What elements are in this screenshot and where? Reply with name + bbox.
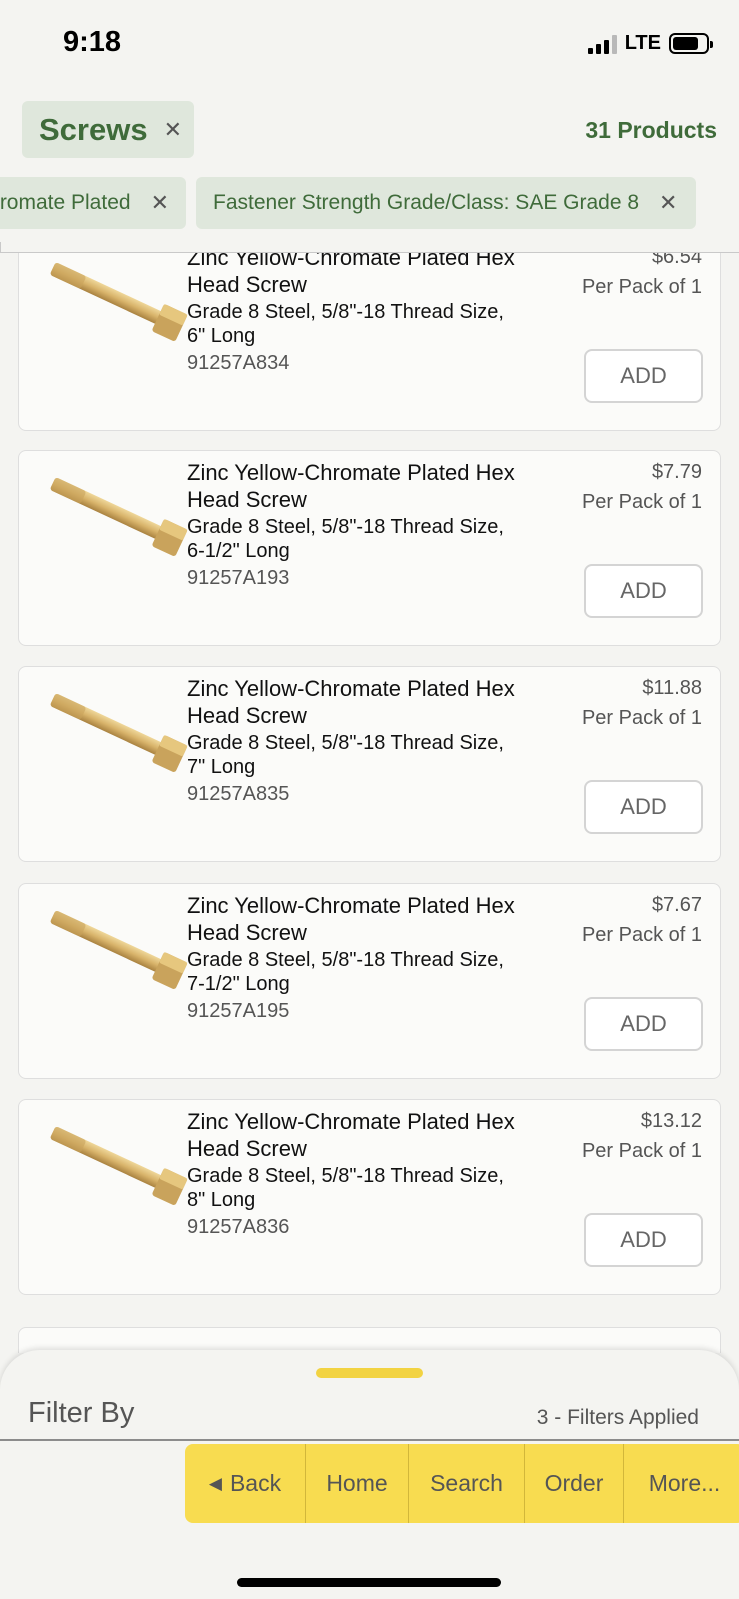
hex-screw-image (50, 262, 188, 341)
add-button[interactable]: ADD (584, 349, 703, 403)
divider (0, 242, 1, 252)
back-arrow-icon: ◀ (208, 1473, 222, 1493)
nav-back-label: Back (229, 1470, 282, 1496)
close-icon[interactable]: ✕ (151, 192, 169, 214)
product-card[interactable]: Zinc Yellow-Chromate Plated Hex Head Scr… (18, 253, 721, 431)
product-name[interactable]: Zinc Yellow-Chromate Plated Hex Head Scr… (187, 892, 517, 946)
filters-applied-count: 3 - Filters Applied (536, 1406, 699, 1429)
signal-icon (587, 34, 617, 54)
product-card[interactable]: Zinc Yellow-Chromate Plated Hex Head Scr… (18, 666, 721, 862)
product-spec: Grade 8 Steel, 5/8"-18 Thread Size, 8" L… (187, 1165, 504, 1211)
product-name[interactable]: Zinc Yellow-Chromate Plated Hex Head Scr… (187, 253, 517, 298)
pack-quantity: Per Pack of 1 (581, 491, 702, 513)
status-time: 9:18 (63, 26, 122, 58)
product-price: $7.67 (651, 894, 702, 916)
bottom-nav: ◀ Back Home Search Order More... (185, 1444, 739, 1523)
battery-icon (669, 33, 713, 54)
product-name[interactable]: Zinc Yellow-Chromate Plated Hex Head Scr… (187, 459, 517, 513)
home-indicator[interactable] (237, 1578, 501, 1587)
hex-screw-image (50, 1126, 188, 1205)
product-count: 31 Products (585, 117, 717, 143)
hex-screw-image (50, 910, 188, 989)
product-card[interactable]: Zinc Yellow-Chromate Plated Hex Head Scr… (18, 450, 721, 646)
pack-quantity: Per Pack of 1 (581, 924, 702, 946)
nav-home-button[interactable]: Home (306, 1444, 409, 1523)
add-button[interactable]: ADD (584, 564, 703, 618)
filter-chip-row[interactable]: romate Plated ✕ Fastener Strength Grade/… (0, 177, 739, 229)
pack-quantity: Per Pack of 1 (581, 707, 702, 729)
product-spec: Grade 8 Steel, 5/8"-18 Thread Size, 7" L… (187, 732, 504, 778)
nav-more-button[interactable]: More... (624, 1444, 739, 1523)
product-price: $13.12 (640, 1110, 702, 1132)
add-button[interactable]: ADD (584, 997, 703, 1051)
filter-by-title[interactable]: Filter By (28, 1397, 134, 1430)
close-icon[interactable]: ✕ (164, 118, 182, 141)
add-button[interactable]: ADD (584, 780, 703, 834)
filter-chip-plating[interactable]: romate Plated ✕ (0, 177, 186, 229)
nav-back-button[interactable]: ◀ Back (185, 1444, 306, 1523)
product-card[interactable]: Zinc Yellow-Chromate Plated Hex Head Scr… (18, 883, 721, 1079)
filter-chip-strength-grade[interactable]: Fastener Strength Grade/Class: SAE Grade… (196, 177, 696, 229)
product-spec: Grade 8 Steel, 5/8"-18 Thread Size, 6-1/… (187, 516, 504, 562)
product-price: $11.88 (642, 677, 702, 699)
part-number: 91257A193 (187, 567, 290, 589)
filter-chip-label: Fastener Strength Grade/Class: SAE Grade… (213, 191, 640, 214)
sheet-drag-handle[interactable] (316, 1368, 423, 1378)
product-card[interactable]: Zinc Yellow-Chromate Plated Hex Head Scr… (18, 1099, 721, 1295)
product-list[interactable]: Zinc Yellow-Chromate Plated Hex Head Scr… (0, 253, 739, 1353)
category-chip[interactable]: Screws ✕ (22, 101, 194, 158)
product-price: $7.79 (651, 461, 702, 483)
status-bar: 9:18 LTE (0, 0, 739, 90)
filter-chip-label: romate Plated (0, 191, 131, 214)
part-number: 91257A195 (187, 1000, 290, 1022)
filter-bottom-sheet[interactable]: Filter By 3 - Filters Applied ◀ Back Hom… (0, 1350, 739, 1599)
network-label: LTE (624, 32, 661, 54)
part-number: 91257A835 (187, 783, 290, 805)
part-number: 91257A834 (187, 352, 290, 374)
product-name[interactable]: Zinc Yellow-Chromate Plated Hex Head Scr… (187, 675, 517, 729)
pack-quantity: Per Pack of 1 (581, 1140, 702, 1162)
product-spec: Grade 8 Steel, 5/8"-18 Thread Size, 7-1/… (187, 949, 504, 995)
product-name[interactable]: Zinc Yellow-Chromate Plated Hex Head Scr… (187, 1108, 517, 1162)
nav-search-button[interactable]: Search (409, 1444, 525, 1523)
part-number: 91257A836 (187, 1216, 290, 1238)
close-icon[interactable]: ✕ (659, 192, 677, 214)
divider (0, 1439, 739, 1441)
pack-quantity: Per Pack of 1 (581, 276, 702, 298)
add-button[interactable]: ADD (584, 1213, 703, 1267)
category-chip-label: Screws (39, 111, 148, 147)
nav-order-button[interactable]: Order (525, 1444, 624, 1523)
product-price: $6.54 (651, 253, 702, 268)
hex-screw-image (50, 477, 188, 556)
status-indicators: LTE (587, 32, 713, 55)
hex-screw-image (50, 693, 188, 772)
product-spec: Grade 8 Steel, 5/8"-18 Thread Size, 6" L… (187, 301, 504, 347)
